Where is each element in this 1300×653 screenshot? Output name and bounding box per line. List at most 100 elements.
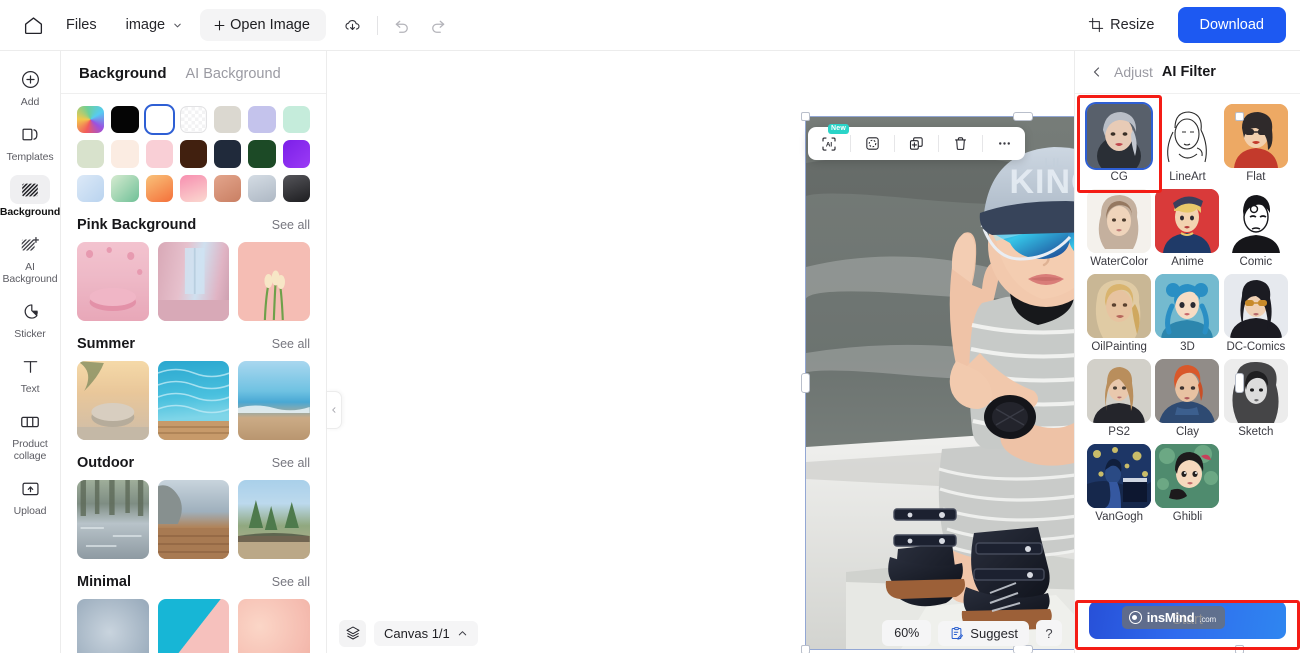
tab-adjust[interactable]: Adjust bbox=[1114, 64, 1153, 80]
bg-thumb-coastal-cliff-deck[interactable] bbox=[157, 479, 230, 559]
suggest-button[interactable]: Suggest bbox=[938, 620, 1029, 646]
circle-square-icon[interactable] bbox=[856, 130, 889, 157]
bg-thumb-peach-soft[interactable] bbox=[238, 598, 310, 653]
ellipsis-icon[interactable] bbox=[988, 130, 1021, 157]
swatch-rainbow[interactable] bbox=[77, 106, 105, 134]
layers-icon[interactable] bbox=[339, 619, 366, 647]
tab-ai-background[interactable]: AI Background bbox=[186, 66, 281, 82]
filter-thumb-ghibli bbox=[1155, 444, 1220, 508]
help-button[interactable]: ? bbox=[1036, 620, 1062, 646]
swatch-periwinkle[interactable] bbox=[248, 106, 276, 134]
tab-ai-filter[interactable]: AI Filter bbox=[1162, 64, 1216, 80]
swatch-charcoal-gradient[interactable] bbox=[282, 174, 311, 202]
filter-item-lineart[interactable]: LineArt bbox=[1155, 104, 1220, 183]
sidebar-item-text[interactable]: Text bbox=[2, 347, 59, 401]
see-all-minimal[interactable]: See all bbox=[272, 575, 310, 589]
resize-button[interactable]: Resize bbox=[1079, 10, 1163, 40]
tab-background[interactable]: Background bbox=[79, 65, 167, 82]
download-button[interactable]: Download bbox=[1177, 7, 1286, 43]
swatch-white[interactable] bbox=[145, 106, 173, 134]
filter-item-cg[interactable]: CG bbox=[1087, 104, 1152, 183]
trash-icon[interactable] bbox=[944, 130, 977, 157]
swatch-navy[interactable] bbox=[214, 140, 242, 168]
resize-handle-top-left[interactable] bbox=[801, 112, 810, 121]
filter-item-anime[interactable]: Anime bbox=[1155, 189, 1220, 268]
filter-item-ghibli[interactable]: Ghibli bbox=[1155, 444, 1220, 523]
sidebar-item-add[interactable]: Add bbox=[2, 60, 59, 114]
sidebar-item-background[interactable]: Background bbox=[0, 170, 60, 224]
bg-thumb-pink-podium-petals[interactable] bbox=[77, 241, 149, 321]
sidebar-item-ai-background[interactable]: AI Background bbox=[2, 225, 59, 291]
sidebar-label-upload: Upload bbox=[13, 505, 47, 517]
section-header-pink-background: Pink Background See all bbox=[77, 217, 310, 233]
swatch-pink-gradient[interactable] bbox=[179, 174, 208, 202]
swatch-mint[interactable] bbox=[282, 106, 311, 134]
redo-icon[interactable] bbox=[421, 8, 455, 42]
swatch-light-blue-gradient[interactable] bbox=[77, 174, 105, 202]
bg-thumb-ocean-beach[interactable] bbox=[238, 360, 310, 440]
bg-thumb-mountain-pines[interactable] bbox=[238, 479, 310, 559]
swatch-orange-gradient[interactable] bbox=[145, 174, 173, 202]
swatch-transparent[interactable] bbox=[179, 106, 208, 134]
canvas-stage[interactable]: KING LIL insMind .com AI New Canvas 1/1 … bbox=[327, 51, 1244, 653]
project-name-label: image bbox=[125, 17, 166, 33]
home-icon[interactable] bbox=[16, 8, 50, 42]
project-name-dropdown[interactable]: image bbox=[113, 10, 195, 40]
background-panel-scroll[interactable]: Pink Background See all Summer See all O… bbox=[61, 94, 326, 653]
bg-thumb-pink-curtain-window[interactable] bbox=[157, 241, 230, 321]
open-image-button[interactable]: Open Image bbox=[200, 9, 326, 41]
swatch-dark-brown[interactable] bbox=[179, 140, 208, 168]
insmind-editor-app: Files image Open Image Resize Download A… bbox=[0, 0, 1300, 653]
cloud-save-icon[interactable] bbox=[336, 8, 370, 42]
swatch-cream[interactable] bbox=[111, 140, 139, 168]
filter-item-sketch[interactable]: Sketch bbox=[1223, 359, 1288, 438]
ai-sparkle-icon[interactable]: AI New bbox=[812, 124, 849, 157]
swatch-black[interactable] bbox=[111, 106, 139, 134]
sidebar-item-templates[interactable]: Templates bbox=[2, 115, 59, 169]
swatch-green-gradient[interactable] bbox=[111, 174, 139, 202]
back-button[interactable] bbox=[1089, 64, 1105, 80]
filter-item-comic[interactable]: Comic bbox=[1223, 189, 1288, 268]
swatch-beige[interactable] bbox=[214, 106, 242, 134]
canvas-page-selector[interactable]: Canvas 1/1 bbox=[374, 620, 478, 646]
filter-item-dc-comics[interactable]: DC-Comics bbox=[1223, 274, 1288, 353]
undo-icon[interactable] bbox=[385, 8, 419, 42]
resize-handle-middle-right[interactable] bbox=[1235, 373, 1244, 393]
see-all-pink-background[interactable]: See all bbox=[272, 218, 310, 232]
upload-icon bbox=[10, 474, 50, 503]
open-image-label: Open Image bbox=[230, 17, 310, 33]
bg-thumb-tropical-sunset-podium[interactable] bbox=[77, 360, 149, 440]
swatch-violet[interactable] bbox=[282, 140, 311, 168]
bg-thumb-forest-wet-road[interactable] bbox=[77, 479, 149, 559]
filter-label-ghibli: Ghibli bbox=[1172, 511, 1203, 523]
see-all-outdoor[interactable]: See all bbox=[272, 456, 310, 470]
resize-handle-bottom-right[interactable] bbox=[1235, 645, 1244, 653]
files-menu[interactable]: Files bbox=[52, 10, 111, 40]
swatch-silver-gradient[interactable] bbox=[248, 174, 276, 202]
filter-item-vangogh[interactable]: VanGogh bbox=[1087, 444, 1152, 523]
resize-handle-top-right[interactable] bbox=[1235, 112, 1244, 121]
sidebar-item-product-collage[interactable]: Product collage bbox=[2, 402, 59, 468]
bg-thumb-grey-blue-soft[interactable] bbox=[77, 598, 149, 653]
resize-handle-top-center[interactable] bbox=[1012, 112, 1033, 121]
sidebar-item-upload[interactable]: Upload bbox=[2, 469, 59, 523]
resize-handle-middle-left[interactable] bbox=[801, 373, 810, 393]
swatch-terracotta-gradient[interactable] bbox=[214, 174, 242, 202]
filter-item-3d[interactable]: 3D bbox=[1155, 274, 1220, 353]
filter-item-watercolor[interactable]: WaterColor bbox=[1087, 189, 1152, 268]
bg-thumb-pool-water-deck[interactable] bbox=[157, 360, 230, 440]
see-all-summer[interactable]: See all bbox=[272, 337, 310, 351]
swatch-blush[interactable] bbox=[145, 140, 173, 168]
collapse-background-panel-button[interactable] bbox=[327, 391, 342, 429]
swatch-forest-green[interactable] bbox=[248, 140, 276, 168]
bg-thumb-cyan-pink-diagonal[interactable] bbox=[157, 598, 230, 653]
zoom-level-control[interactable]: 60% bbox=[882, 620, 932, 646]
filter-item-clay[interactable]: Clay bbox=[1155, 359, 1220, 438]
filter-item-flat[interactable]: Flat bbox=[1223, 104, 1288, 183]
filter-item-oilpainting[interactable]: OilPainting bbox=[1087, 274, 1152, 353]
bg-thumb-pink-tulips[interactable] bbox=[238, 241, 310, 321]
swatch-sage[interactable] bbox=[77, 140, 105, 168]
filter-item-ps2[interactable]: PS2 bbox=[1087, 359, 1152, 438]
sidebar-item-sticker[interactable]: Sticker bbox=[2, 292, 59, 346]
duplicate-icon[interactable] bbox=[900, 130, 933, 157]
